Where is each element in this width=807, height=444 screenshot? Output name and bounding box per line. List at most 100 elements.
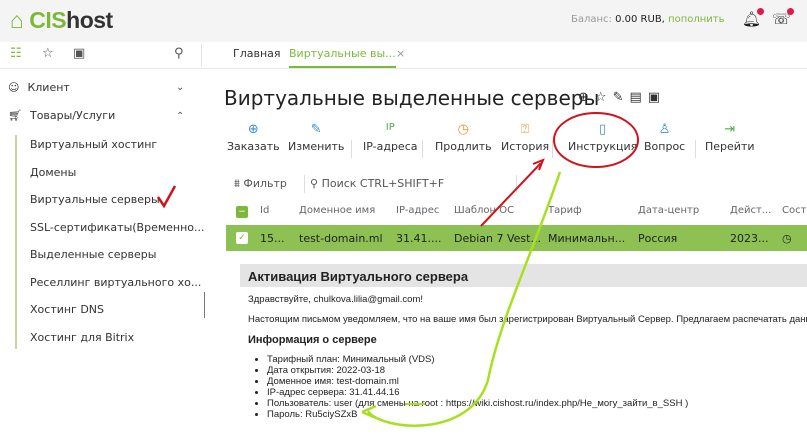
sidebar-item-domains[interactable]: Домены	[30, 166, 76, 179]
column-datacenter[interactable]: Дата-центр	[638, 205, 699, 216]
filter-label: Фильтр	[243, 177, 287, 190]
renew-button[interactable]: ◷ Продлить	[435, 122, 492, 153]
cell-id: 15...	[260, 232, 285, 245]
question-button[interactable]: ♙ Вопрос	[644, 122, 685, 153]
sidebar-item-virtual-servers[interactable]: Виртуальные серверы	[30, 193, 160, 206]
star-icon[interactable]: ☆	[595, 90, 613, 105]
excel-icon[interactable]: ▣	[648, 90, 666, 105]
instruction-email: Активация Виртуального сервера Здравству…	[240, 264, 807, 420]
column-ip[interactable]: IP-адрес	[396, 205, 439, 216]
clock-icon: ◷	[457, 122, 469, 137]
search-icon[interactable]: ⚲	[174, 46, 184, 61]
info-item: Дата открытия: 2022-03-18	[267, 365, 807, 376]
sidebar-item-bitrix[interactable]: Хостинг для Bitrix	[30, 331, 134, 344]
column-status[interactable]: Состо	[782, 205, 807, 216]
email-body: Настоящим письмом уведомляем, что на ваш…	[248, 314, 807, 325]
table-row[interactable]: ✓ 15... test-domain.ml 31.41.... Debian …	[226, 225, 807, 251]
button-label: Инструкция	[568, 140, 638, 153]
history-icon: ⍰	[521, 122, 529, 137]
sidebar-item-virtual-hosting[interactable]: Виртуальный хостинг	[30, 138, 157, 151]
title-actions: ⊕☆✎▤▣	[578, 90, 666, 105]
info-item: Тарифный план: Минимальный (VDS)	[267, 354, 807, 365]
edit-button[interactable]: ✎ Изменить	[288, 122, 344, 153]
goto-button[interactable]: ⇥ Перейти	[705, 122, 755, 153]
instruction-button[interactable]: ▯ Инструкция	[568, 122, 637, 153]
row-checkbox[interactable]: ✓	[236, 232, 248, 244]
star-icon[interactable]: ☆	[42, 46, 54, 61]
scrollbar[interactable]	[204, 292, 205, 318]
history-button[interactable]: ⍰ История	[501, 122, 549, 153]
tab-home[interactable]: Главная	[233, 47, 281, 60]
column-id[interactable]: Id	[260, 205, 269, 216]
pencil-icon: ✎	[310, 122, 322, 137]
ip-icon: IP	[385, 122, 395, 133]
sidebar-toolbar: ☷ ☆ ▣ ⚲	[0, 42, 200, 68]
cart-icon: 🛒︎	[8, 109, 22, 122]
button-label: IP-адреса	[363, 140, 418, 153]
cell-tariff: Минимальн...	[548, 232, 626, 245]
info-item: Пользователь: user (для смены на root : …	[267, 398, 807, 409]
sidebar-item-ssl[interactable]: SSL-сертификаты(Временно...	[30, 221, 205, 234]
close-tab-icon[interactable]: ×	[396, 47, 405, 60]
user-icon: ☺	[8, 81, 20, 94]
column-tariff[interactable]: Тариф	[548, 205, 582, 216]
button-label: Перейти	[705, 140, 755, 153]
sidebar-group-products[interactable]: 🛒︎ Товары/Услуги	[8, 109, 115, 122]
briefcase-icon[interactable]: ▣	[73, 46, 85, 61]
enter-icon: ⇥	[724, 122, 736, 137]
group-label: Клиент	[27, 81, 70, 94]
tab-vps[interactable]: Виртуальные вы...	[289, 47, 396, 68]
info-item: Доменное имя: test-domain.ml	[267, 376, 807, 387]
globe-icon[interactable]: ⊕	[578, 90, 595, 105]
info-item: IP-адрес сервера: 31.41.44.16	[267, 387, 807, 398]
filter-button[interactable]: ⩩ Фильтр	[234, 177, 287, 191]
select-all-checkbox[interactable]: −	[236, 206, 248, 218]
email-title: Активация Виртуального сервера	[240, 264, 807, 287]
email-greeting: Здравствуйте, chulkova.lilia@gmail.com!	[248, 294, 424, 305]
support-icon[interactable]: ☏	[772, 8, 794, 28]
sidebar-item-dns[interactable]: Хостинг DNS	[30, 303, 104, 316]
bell-icon[interactable]: 🔔︎	[742, 8, 765, 28]
ip-addresses-button[interactable]: IP IP-адреса	[363, 122, 418, 153]
cell-domain: test-domain.ml	[299, 232, 383, 245]
cell-os: Debian 7 Vest...	[454, 232, 541, 245]
logo[interactable]: ⌂ CIShost	[10, 7, 113, 34]
support-person-icon: ♙	[658, 122, 671, 137]
book-icon: ▯	[599, 122, 607, 137]
balance-value: 0.00 RUB,	[615, 14, 665, 25]
pin-icon[interactable]: ✎	[613, 90, 630, 105]
cell-valid: 2023...	[730, 232, 769, 245]
top-header: ⌂ CIShost Баланс: 0.00 RUB, пополнить 🔔︎…	[0, 0, 807, 42]
chevron-up-icon[interactable]: ⌃	[176, 111, 184, 122]
server-info-list: Тарифный план: Минимальный (VDS) Дата от…	[267, 354, 807, 420]
chevron-down-icon[interactable]: ⌄	[176, 82, 184, 93]
balance: Баланс: 0.00 RUB, пополнить	[571, 14, 725, 25]
group-label: Товары/Услуги	[29, 109, 116, 122]
table-header: − Id Доменное имя IP-адрес Шаблон ОС Тар…	[226, 200, 807, 224]
sidebar-item-reselling[interactable]: Реселлинг виртуального хо...	[30, 276, 201, 289]
email-section-title: Информация о сервере	[248, 334, 377, 346]
column-domain[interactable]: Доменное имя	[299, 205, 375, 216]
document-icon[interactable]: ▤	[629, 90, 647, 105]
column-valid[interactable]: Дейст...	[730, 205, 771, 216]
button-label: Заказать	[227, 140, 280, 153]
button-label: Вопрос	[644, 140, 686, 153]
cell-ip: 31.41....	[396, 232, 442, 245]
page-title: Виртуальные выделенные серверы	[224, 86, 600, 110]
sidebar-item-dedicated[interactable]: Выделенные серверы	[30, 248, 156, 261]
button-label: Продлить	[435, 140, 492, 153]
sidebar-group-client[interactable]: ☺ Клиент	[8, 81, 70, 94]
info-item: Пароль: Ru5ciySZxB	[267, 409, 807, 420]
clock-icon: ◷	[782, 232, 792, 245]
plus-circle-icon: ⊕	[247, 122, 259, 137]
tree-icon[interactable]: ☷	[10, 46, 22, 61]
order-button[interactable]: ⊕ Заказать	[227, 122, 280, 153]
button-label: Изменить	[288, 140, 345, 153]
column-os[interactable]: Шаблон ОС	[454, 205, 514, 216]
search-input[interactable]: ⚲ Поиск CTRL+SHIFT+F	[310, 177, 444, 190]
balance-label: Баланс:	[571, 14, 612, 25]
topup-link[interactable]: пополнить	[668, 14, 724, 25]
button-label: История	[501, 140, 550, 153]
search-placeholder: Поиск CTRL+SHIFT+F	[321, 177, 445, 190]
cell-datacenter: Россия	[638, 232, 678, 245]
